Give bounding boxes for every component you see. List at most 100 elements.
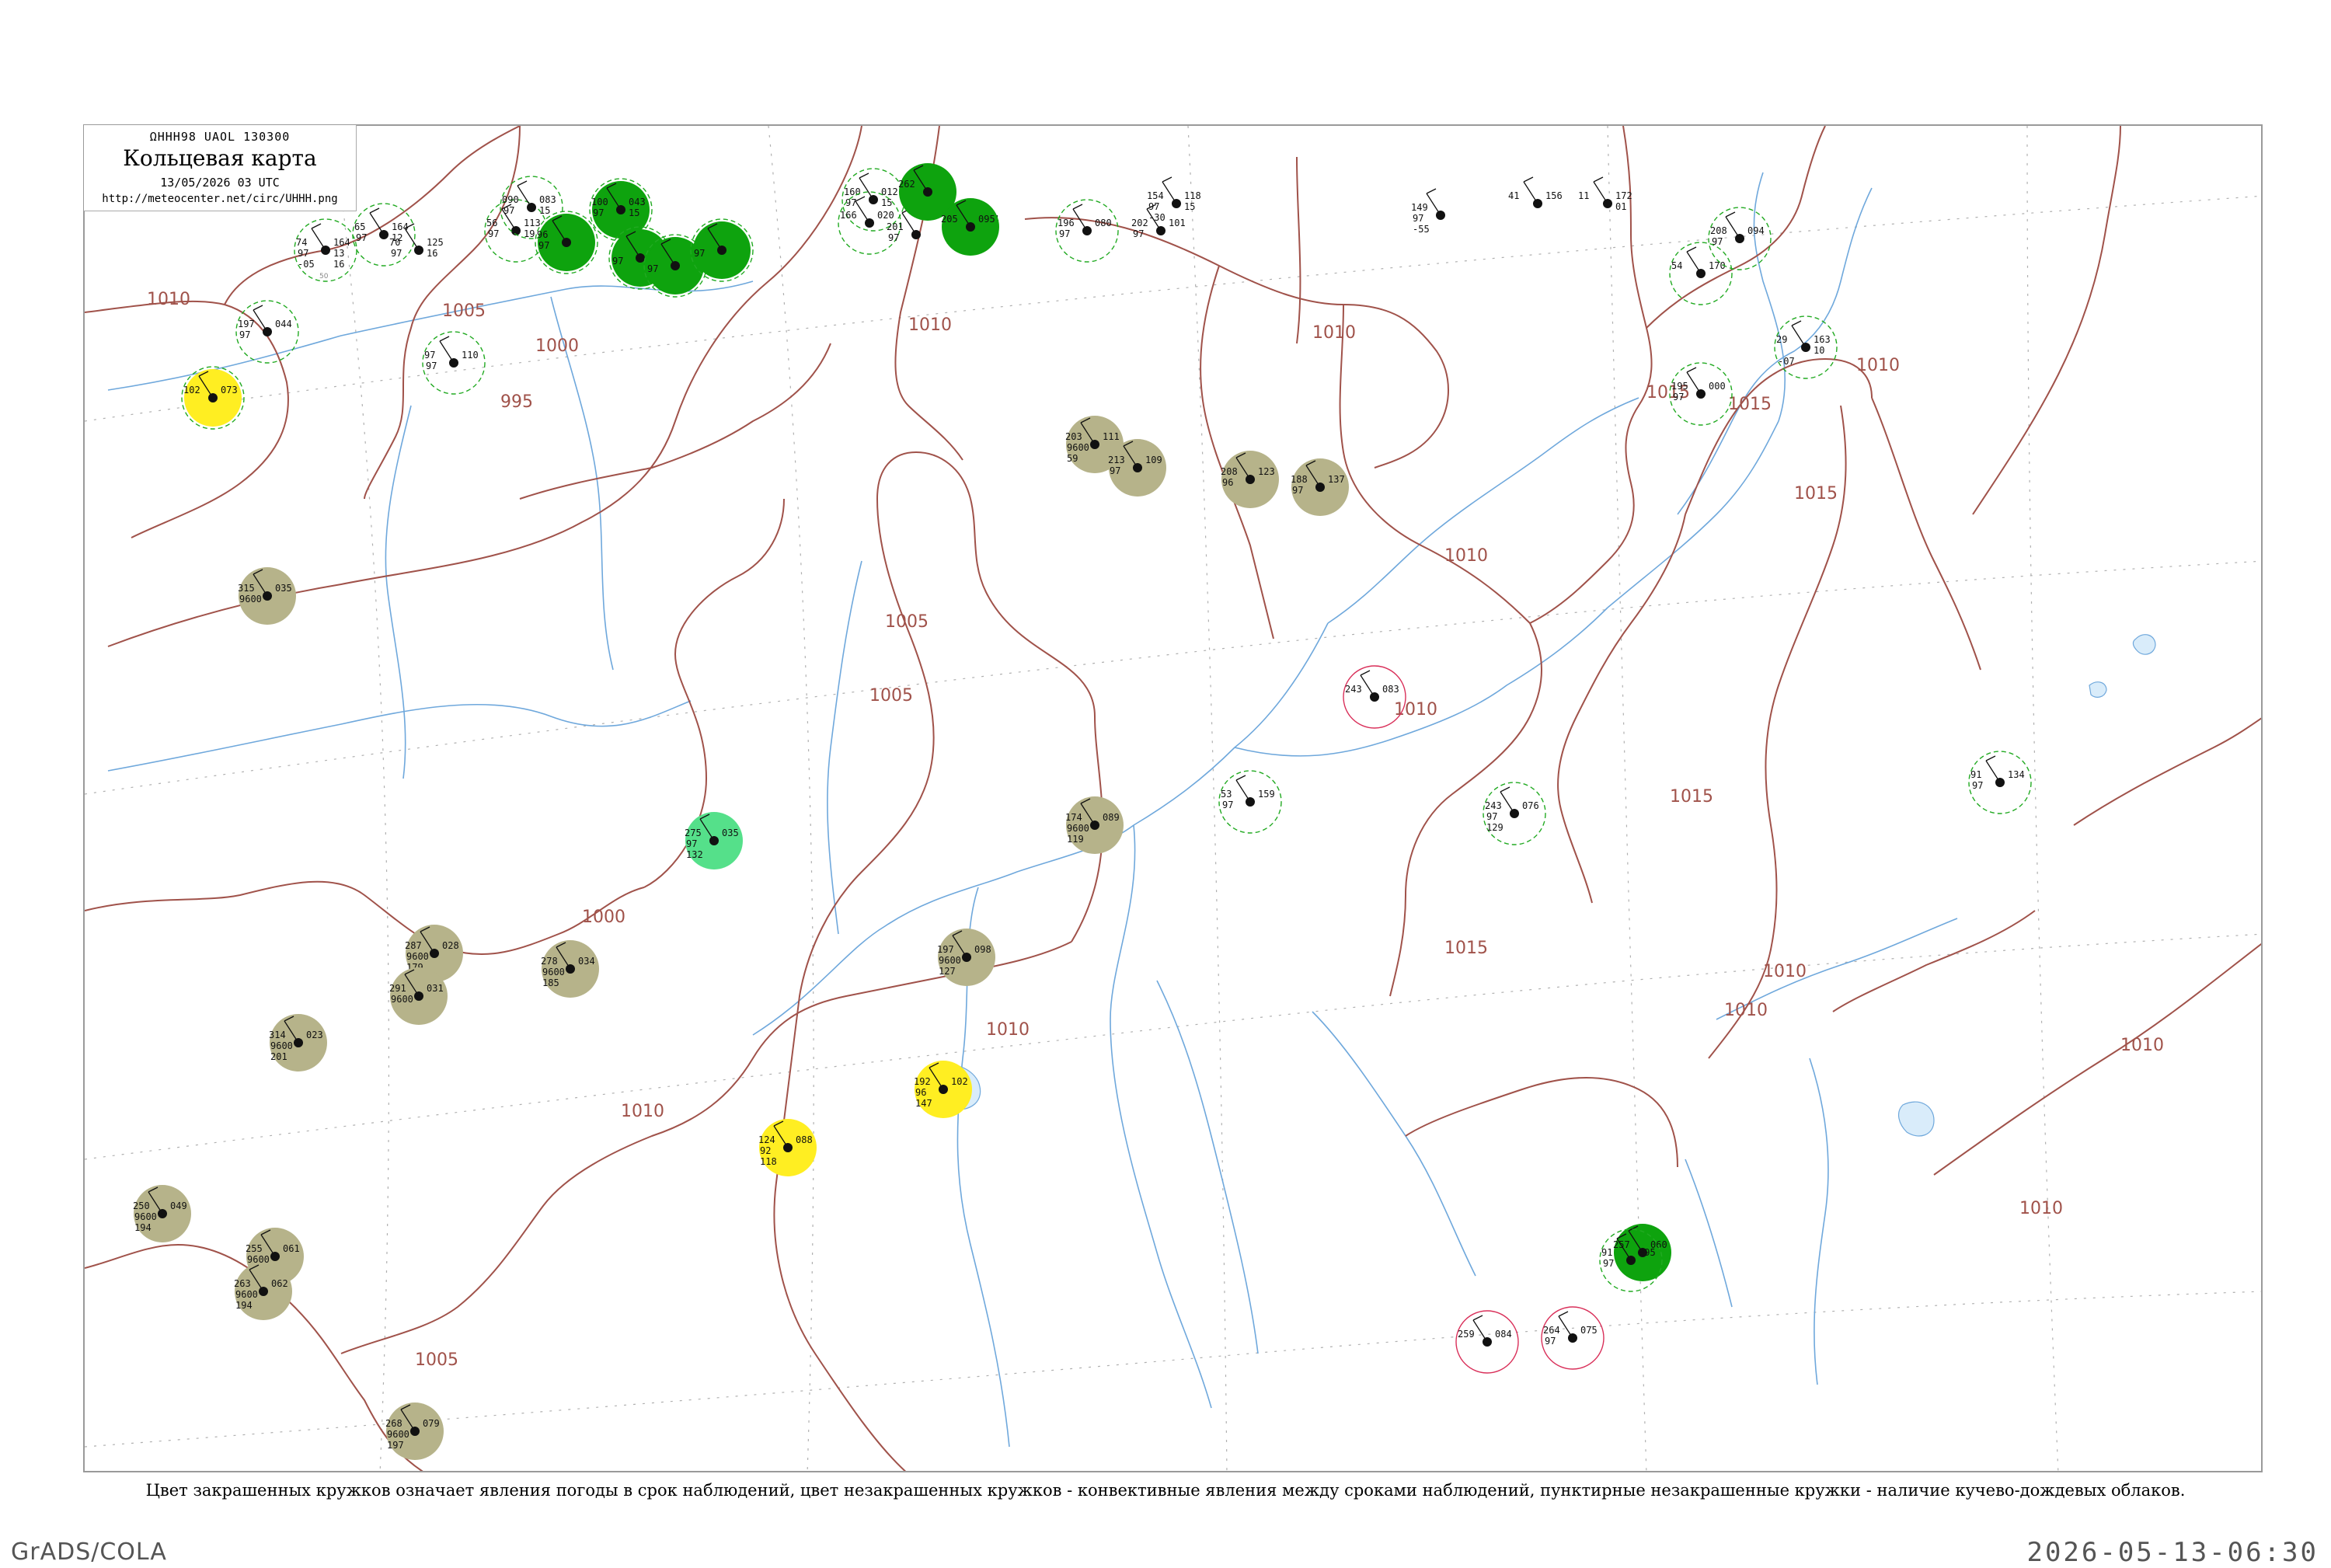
station-visibility: 9600 <box>939 955 961 966</box>
station-pressure: 073 <box>221 385 238 395</box>
station-pressure: 049 <box>170 1200 187 1211</box>
station-temperature: 287 <box>405 940 422 951</box>
station-temperature: 205 <box>941 214 958 225</box>
station-temperature: 213 <box>1108 455 1125 465</box>
map-title-box: ΩHHH98 UAOL 130300 Кольцевая карта 13/05… <box>84 125 357 211</box>
station-pressure: 061 <box>283 1243 300 1254</box>
station-visibility: 97 <box>1148 201 1159 212</box>
station-pressure: 023 <box>306 1030 323 1040</box>
station-visibility: 97 <box>845 197 856 208</box>
station-tendency: 01 <box>1615 201 1626 212</box>
wind-barb-feather <box>1162 176 1172 183</box>
wind-barb-feather <box>1072 204 1083 210</box>
station-plot: 263 062 9600194 <box>234 1263 292 1320</box>
wind-barb-icon <box>1725 216 1740 239</box>
station-temperature: 201 <box>887 221 904 232</box>
station-visibility: 9600 <box>239 594 262 605</box>
station-pressure: 111 <box>1103 431 1120 442</box>
wind-barb-feather <box>369 207 380 214</box>
isobar-label: 1005 <box>885 612 929 632</box>
wind-barb-feather <box>1686 367 1697 373</box>
isobar-label: 1010 <box>147 290 190 309</box>
wind-barb-feather <box>1593 176 1604 183</box>
station-dewpoint: 201 <box>270 1051 287 1062</box>
station-plot: 197 098 9600127 <box>937 929 995 986</box>
wind-barb-feather <box>1791 320 1802 326</box>
station-visibility: 9600 <box>235 1289 258 1300</box>
station-temperature: 174 <box>1065 812 1082 823</box>
station-visibility: 9600 <box>134 1211 157 1222</box>
footer-timestamp: 2026-05-13-06:30 <box>2026 1537 2319 1568</box>
map-frame: 1010 1005 1000 995 1000 1005 1005 1010 1005 1010 1… <box>83 124 2263 1472</box>
station-dewpoint: 132 <box>686 849 703 860</box>
station-dewpoint: 194 <box>134 1222 152 1233</box>
station-visibility: 97 <box>593 207 604 218</box>
station-tendency: 16 <box>427 248 437 259</box>
station-temperature: 124 <box>758 1134 775 1145</box>
station-temperature: 264 <box>1543 1325 1560 1336</box>
isobar-label: 1010 <box>1724 1001 1768 1020</box>
station-plot: 315 035 9600 <box>238 567 296 625</box>
station-pressure: 076 <box>1522 800 1539 811</box>
station-visibility: 97 <box>1972 780 1983 791</box>
station-temperature: 197 <box>238 319 255 329</box>
station-pressure: 095 <box>978 214 995 225</box>
station-temperature: 314 <box>269 1030 286 1040</box>
station-temperature: 91 <box>1970 769 1981 780</box>
station-visibility: 97 <box>1059 228 1070 239</box>
wind-barb-icon <box>1472 1319 1488 1343</box>
station-pressure: 170 <box>1709 260 1726 271</box>
station-temperature: 41 <box>1508 190 1519 201</box>
station-pressure: 095 <box>1639 1247 1656 1258</box>
station-temperature: 255 <box>246 1243 263 1254</box>
isobar-label: 1015 <box>1444 939 1488 958</box>
station-plot: 275 035 97132 <box>685 812 743 869</box>
wind-barb-feather <box>1426 188 1437 194</box>
station-visibility: 97 <box>391 248 402 259</box>
station-plot: 192 102 96147 <box>914 1061 972 1118</box>
wind-barb-feather <box>1472 1315 1483 1321</box>
station-visibility: 97 <box>239 329 250 340</box>
station-dewpoint: 118 <box>760 1156 777 1167</box>
station-plot: 11 17201 <box>1578 176 1632 212</box>
station-pressure: 043 <box>629 197 646 207</box>
station-pressure: 172 <box>1615 190 1632 201</box>
station-pressure: 035 <box>722 828 739 838</box>
isobar-label: 1010 <box>1444 546 1488 566</box>
station-temperature: 197 <box>937 944 954 955</box>
station-temperature: 11 <box>1578 190 1589 201</box>
station-tendency: 15 <box>1184 201 1195 212</box>
station-dewpoint: 127 <box>939 966 956 977</box>
station-temperature: 263 <box>234 1278 251 1289</box>
station-pressure: 098 <box>974 944 991 955</box>
wind-barb-feather <box>1235 775 1246 781</box>
station-pressure: 163 <box>1814 334 1831 345</box>
station-pressure: 159 <box>1258 789 1275 800</box>
station-pressure: 109 <box>1145 455 1162 465</box>
station-plot: 259 084 <box>1455 1310 1519 1374</box>
station-temperature: 149 <box>1411 202 1428 213</box>
station-tendency: 15 <box>881 197 892 208</box>
station-pressure: 020 <box>877 210 894 221</box>
station-plot: 154 118 97 15 -30 <box>1147 176 1201 223</box>
station-temperature: 166 <box>840 210 857 221</box>
station-plot: 53 159 97 <box>1218 770 1282 834</box>
station-dewpoint: -30 <box>1148 212 1166 223</box>
wind-barb-icon <box>1162 181 1177 204</box>
station-visibility: 9600 <box>1067 442 1089 453</box>
station-pressure: 084 <box>1495 1329 1512 1340</box>
station-temperature: 243 <box>1485 800 1502 811</box>
wind-barb-icon <box>1686 251 1702 274</box>
station-pressure: 075 <box>1580 1325 1598 1336</box>
station-tendency: 13 <box>333 248 344 259</box>
station-temperature: 56 <box>486 218 497 228</box>
station-temperature: 70 <box>389 237 400 248</box>
station-visibility: 97 <box>1222 800 1233 810</box>
station-plot: 208 123 96 <box>1221 451 1279 508</box>
station-temperature: 102 <box>183 385 200 395</box>
wind-barb-icon <box>1523 181 1538 204</box>
station-pressure: 062 <box>271 1278 288 1289</box>
station-dewpoint: 197 <box>387 1440 404 1451</box>
wind-barb-icon <box>253 309 268 333</box>
station-pressure: 101 <box>1169 218 1186 228</box>
